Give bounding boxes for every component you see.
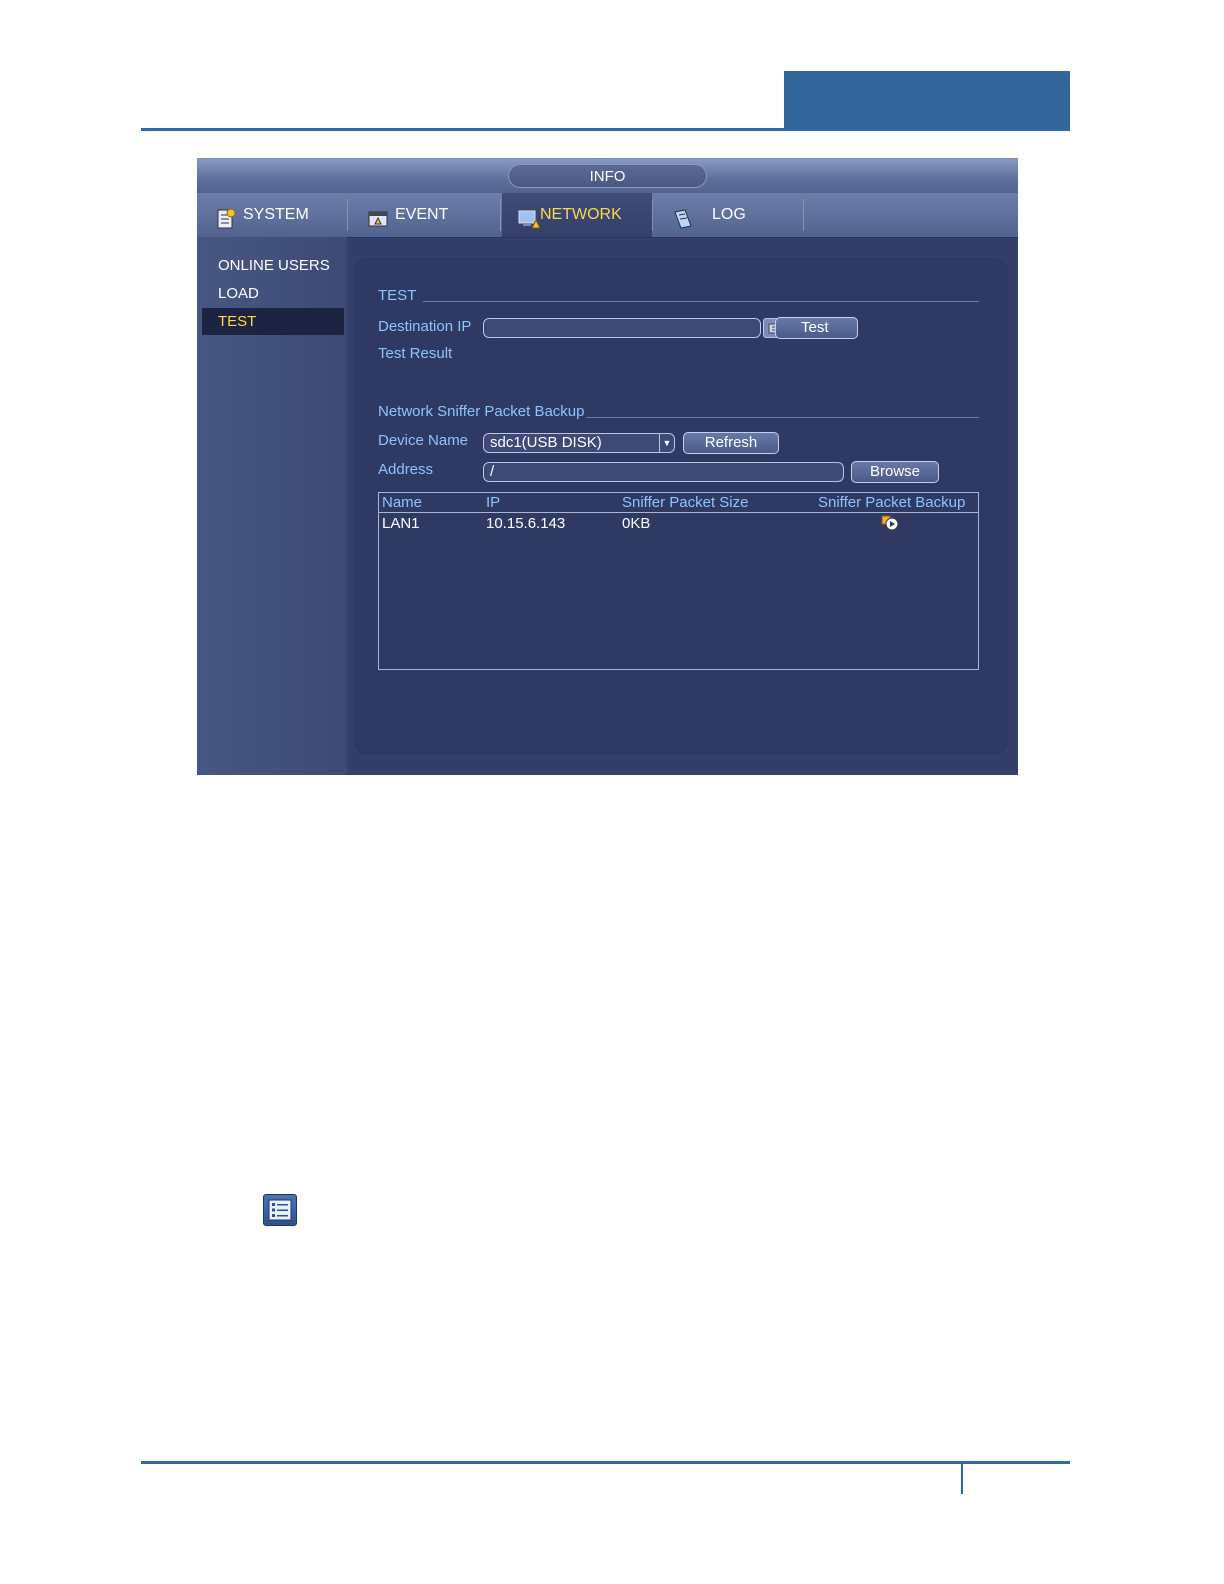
tab-log-label: LOG [712, 206, 746, 223]
row-ip: 10.15.6.143 [486, 515, 566, 532]
section-divider [586, 417, 979, 418]
header-rule [141, 128, 1070, 131]
tab-system[interactable]: SYSTEM [215, 193, 345, 237]
sidebar-item-online-users[interactable]: ONLINE USERS [202, 252, 344, 279]
title-bar: INFO [197, 159, 1018, 193]
sniffer-section-title: Network Sniffer Packet Backup [378, 403, 585, 420]
tab-event[interactable]: EVENT [367, 193, 497, 237]
device-name-value: sdc1(USB DISK) [490, 434, 602, 451]
footer-rule [141, 1461, 1070, 1464]
address-label: Address [378, 461, 434, 478]
tab-separator [347, 199, 348, 231]
test-section-title: TEST [378, 287, 417, 304]
window-title: INFO [508, 164, 707, 188]
column-header-name: Name [382, 494, 423, 511]
header-block [784, 71, 1070, 131]
destination-ip-label: Destination IP [378, 318, 472, 335]
tab-system-label: SYSTEM [243, 206, 309, 223]
tab-log[interactable]: LOG [672, 193, 802, 237]
tab-network[interactable]: NETWORK [502, 193, 652, 237]
sidebar: ONLINE USERS LOAD TEST [197, 237, 347, 775]
system-icon [215, 204, 237, 229]
row-name: LAN1 [382, 515, 420, 532]
device-name-select[interactable]: sdc1(USB DISK) ▼ [483, 433, 675, 453]
tab-bar: SYSTEM EVENT NETWORK LOG [197, 193, 1018, 238]
column-header-size: Sniffer Packet Size [622, 494, 749, 511]
refresh-button[interactable]: Refresh [683, 432, 779, 454]
column-header-backup: Sniffer Packet Backup [818, 494, 966, 511]
test-button[interactable]: Test [775, 317, 858, 339]
info-window: INFO SYSTEM EVENT NETWORK LOG ONLINE USE… [197, 158, 1018, 775]
footer-divider [961, 1464, 963, 1494]
address-input[interactable]: / [483, 462, 844, 482]
tab-separator [500, 199, 501, 231]
column-header-ip: IP [486, 494, 501, 511]
sniffer-table: Name IP Sniffer Packet Size Sniffer Pack… [378, 492, 979, 670]
tab-separator [803, 199, 804, 231]
sidebar-item-test[interactable]: TEST [202, 308, 344, 335]
row-size: 0KB [622, 515, 651, 532]
test-result-label: Test Result [378, 345, 453, 362]
header-divider [379, 512, 978, 513]
tab-separator [652, 199, 653, 231]
section-divider [423, 301, 979, 302]
list-icon [263, 1194, 297, 1226]
device-name-label: Device Name [378, 432, 469, 449]
main-panel: TEST Destination IP Test Test Result Net… [353, 257, 1008, 755]
network-icon [518, 204, 541, 229]
browse-button[interactable]: Browse [851, 461, 939, 483]
tab-event-label: EVENT [395, 206, 449, 223]
tab-network-label: NETWORK [540, 206, 622, 223]
log-icon [672, 204, 694, 229]
chevron-down-icon[interactable]: ▼ [659, 434, 674, 452]
sidebar-item-load[interactable]: LOAD [202, 280, 344, 307]
destination-ip-input[interactable] [483, 318, 761, 338]
event-icon [367, 204, 389, 227]
backup-play-icon[interactable] [881, 515, 899, 536]
